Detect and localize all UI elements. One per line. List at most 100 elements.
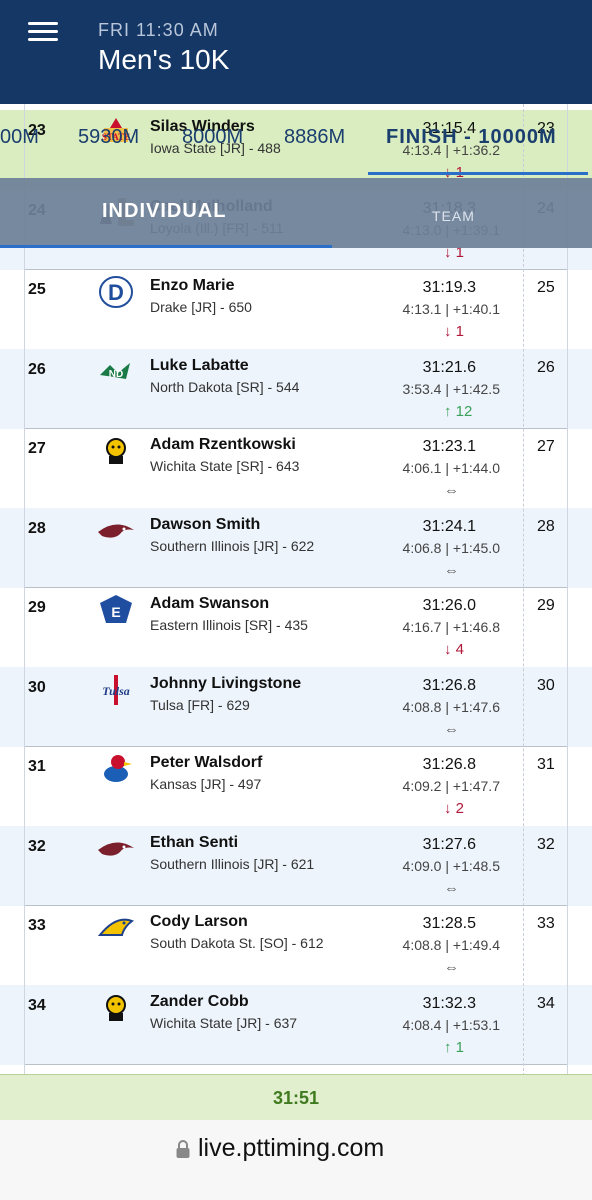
svg-text:Tulsa: Tulsa	[102, 684, 130, 698]
split-and-gap: 3:53.4 | +1:42.5	[402, 380, 500, 397]
finish-time: 31:26.8	[422, 756, 476, 773]
athlete-name[interactable]: Johnny Livingstone	[150, 675, 301, 693]
active-split-indicator	[368, 172, 588, 175]
view-tabs: INDIVIDUAL TEAM	[0, 178, 592, 248]
drake-logo: D	[96, 275, 136, 309]
split-and-gap: 4:13.1 | +1:40.1	[402, 301, 500, 317]
finish-time: 31:27.6	[422, 835, 476, 853]
finish-time: 31:19.3	[422, 279, 476, 296]
team-place: 26	[537, 358, 555, 376]
split-and-gap: 4:06.8 | +1:45.0	[402, 539, 500, 556]
athlete-name[interactable]: Luke Labatte	[150, 357, 249, 375]
finish-time: 31:28.5	[422, 915, 476, 932]
url-text[interactable]: live.pttiming.com	[198, 1134, 384, 1163]
athlete-name[interactable]: Dawson Smith	[150, 516, 260, 534]
table-border-right	[567, 104, 568, 1076]
athlete-name[interactable]: Peter Walsdorf	[150, 754, 262, 772]
race-clock: 31:51	[0, 1074, 592, 1121]
split-tab-partial[interactable]: 00M	[0, 126, 39, 149]
athlete-team: Kansas [JR] - 497	[150, 776, 262, 792]
team-place: 31	[537, 756, 555, 773]
athlete-team: North Dakota [SR] - 544	[150, 378, 300, 395]
team-place: 30	[537, 676, 555, 694]
athlete-name[interactable]: Cody Larson	[150, 913, 248, 931]
table-row[interactable]: 29 E Adam Swanson Eastern Illinois [SR] …	[0, 587, 592, 667]
table-row[interactable]: 25 D Enzo Marie Drake [JR] - 650 31:19.3…	[0, 269, 592, 349]
athlete-team: South Dakota St. [SO] - 612	[150, 935, 324, 951]
position-change: ↓ 1	[444, 323, 465, 340]
split-and-gap: 4:09.0 | +1:48.5	[402, 857, 500, 874]
event-title: Men's 10K	[98, 44, 230, 75]
split-and-gap: 4:16.7 | +1:46.8	[402, 619, 500, 635]
split-tab-finish[interactable]: FINISH - 10000M	[386, 126, 557, 149]
place: 28	[28, 519, 46, 537]
table-row[interactable]: 33 Cody Larson South Dakota St. [SO] - 6…	[0, 905, 592, 985]
results-table[interactable]: ↑ 9 23 STATE Silas Winders Iowa State [J…	[0, 104, 592, 1076]
browser-address-bar[interactable]: live.pttiming.com	[0, 1120, 592, 1200]
position-change: ↓ 2	[444, 800, 465, 817]
athlete-team: Drake [JR] - 650	[150, 299, 252, 315]
place: 30	[28, 678, 46, 696]
split-and-gap: 4:06.1 | +1:44.0	[402, 460, 500, 476]
active-tab-indicator	[0, 245, 332, 248]
tab-individual[interactable]: INDIVIDUAL	[102, 200, 226, 223]
team-place: 32	[537, 835, 555, 853]
split-and-gap: 4:09.2 | +1:47.7	[402, 778, 500, 794]
split-and-gap: 4:08.8 | +1:47.6	[402, 698, 500, 715]
place: 29	[28, 599, 46, 616]
place: 27	[28, 440, 46, 457]
athlete-team: Wichita State [JR] - 637	[150, 1014, 298, 1031]
athlete-team: Southern Illinois [JR] - 622	[150, 537, 315, 554]
hamburger-menu-icon[interactable]	[28, 22, 58, 42]
svg-text:D: D	[108, 280, 124, 305]
team-place: 34	[537, 994, 555, 1012]
place: 31	[28, 758, 46, 775]
finish-time: 31:23.1	[422, 438, 476, 455]
svg-text:ND: ND	[109, 369, 123, 380]
athlete-name[interactable]: Ethan Senti	[150, 834, 238, 852]
table-row[interactable]: 34 Zander Cobb Wichita State [JR] - 637 …	[0, 984, 592, 1065]
tab-team[interactable]: TEAM	[432, 208, 475, 224]
place: 32	[28, 837, 46, 855]
split-tab-5930m[interactable]: 5930M	[78, 126, 139, 149]
event-time: FRI 11:30 AM	[98, 20, 219, 40]
table-row[interactable]: 26 ND Luke Labatte North Dakota [SR] - 5…	[0, 348, 592, 429]
kansas-logo	[96, 752, 136, 786]
table-row[interactable]: 31 Peter Walsdorf Kansas [JR] - 497 31:2…	[0, 746, 592, 826]
row-divider	[24, 1064, 567, 1065]
wichita-state-logo	[96, 434, 136, 468]
place: 33	[28, 917, 46, 934]
finish-time: 31:21.6	[422, 358, 476, 376]
team-place: 25	[537, 279, 555, 296]
position-change: ⇔	[444, 879, 459, 897]
athlete-name[interactable]: Zander Cobb	[150, 993, 249, 1011]
table-row[interactable]: 30 Tulsa Johnny Livingstone Tulsa [FR] -…	[0, 666, 592, 747]
athlete-team: Eastern Illinois [SR] - 435	[150, 617, 308, 633]
split-and-gap: 4:08.4 | +1:53.1	[402, 1016, 500, 1033]
app-header: FRI 11:30 AM Men's 10K	[0, 0, 592, 104]
place: 34	[28, 996, 46, 1014]
split-tab-8886m[interactable]: 8886M	[284, 126, 345, 149]
team-place: 33	[537, 915, 555, 932]
split-and-gap: 4:08.8 | +1:49.4	[402, 937, 500, 953]
position-change: ⇔	[444, 959, 459, 976]
athlete-name[interactable]: Adam Rzentkowski	[150, 436, 296, 454]
lock-icon	[176, 1140, 190, 1158]
eastern-illinois-logo: E	[96, 593, 136, 627]
team-place: 29	[537, 597, 555, 614]
team-place: 28	[537, 517, 555, 535]
split-tabs: 00M 5930M 8000M 8886M FINISH - 10000M	[0, 118, 592, 178]
athlete-team: Tulsa [FR] - 629	[150, 696, 250, 713]
table-row[interactable]: 28 Dawson Smith Southern Illinois [JR] -…	[0, 507, 592, 588]
athlete-name[interactable]: Enzo Marie	[150, 277, 234, 295]
team-place: 27	[537, 438, 555, 455]
split-tab-8000m[interactable]: 8000M	[182, 126, 243, 149]
position-change: ↑ 1	[444, 1038, 465, 1056]
table-row[interactable]: 32 Ethan Senti Southern Illinois [JR] - …	[0, 825, 592, 906]
table-row[interactable]: 27 Adam Rzentkowski Wichita State [SR] -…	[0, 428, 592, 508]
svg-text:E: E	[111, 604, 120, 620]
athlete-team: Southern Illinois [JR] - 621	[150, 855, 315, 872]
finish-time: 31:32.3	[422, 994, 476, 1012]
wichita-state-logo	[96, 991, 136, 1025]
athlete-name[interactable]: Adam Swanson	[150, 595, 269, 613]
